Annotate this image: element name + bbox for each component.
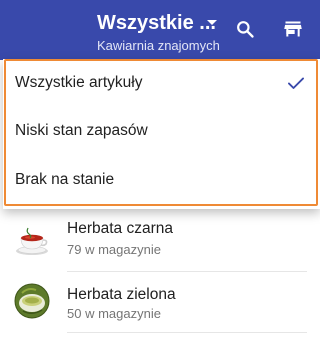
- store-subtitle: Kawiarnia znajomych: [97, 38, 220, 53]
- dropdown-caret-icon[interactable]: [207, 20, 217, 25]
- search-icon: [237, 21, 254, 38]
- filter-title[interactable]: Wszystkie ...: [97, 12, 216, 35]
- store-button[interactable]: [278, 14, 308, 44]
- item-stock: 79 w magazynie: [67, 242, 161, 257]
- menu-item-label: Brak na stanie: [15, 171, 115, 188]
- item-stock: 50 w magazynie: [67, 306, 161, 321]
- black-tea-image: [16, 227, 48, 255]
- menu-item-out-of-stock[interactable]: Brak na stanie: [3, 156, 320, 204]
- item-name: Herbata zielona: [67, 286, 176, 303]
- menu-item-label: Wszystkie artykuły: [15, 74, 143, 91]
- menu-item-all-items[interactable]: Wszystkie artykuły: [3, 59, 320, 107]
- list-item[interactable]: Herbata zielona 50 w magazynie: [0, 273, 320, 337]
- menu-item-label: Niski stan zapasów: [15, 122, 148, 139]
- list-divider: [67, 271, 307, 272]
- search-button[interactable]: [230, 14, 260, 44]
- green-tea-image: [14, 283, 50, 319]
- list-item[interactable]: Herbata czarna 79 w magazynie: [0, 209, 320, 273]
- menu-item-low-stock[interactable]: Niski stan zapasów: [3, 107, 320, 155]
- item-name: Herbata czarna: [67, 220, 173, 237]
- app-bar: Wszystkie ... Kawiarnia znajomych: [0, 0, 320, 60]
- store-icon: [284, 21, 302, 37]
- check-icon: [288, 77, 304, 89]
